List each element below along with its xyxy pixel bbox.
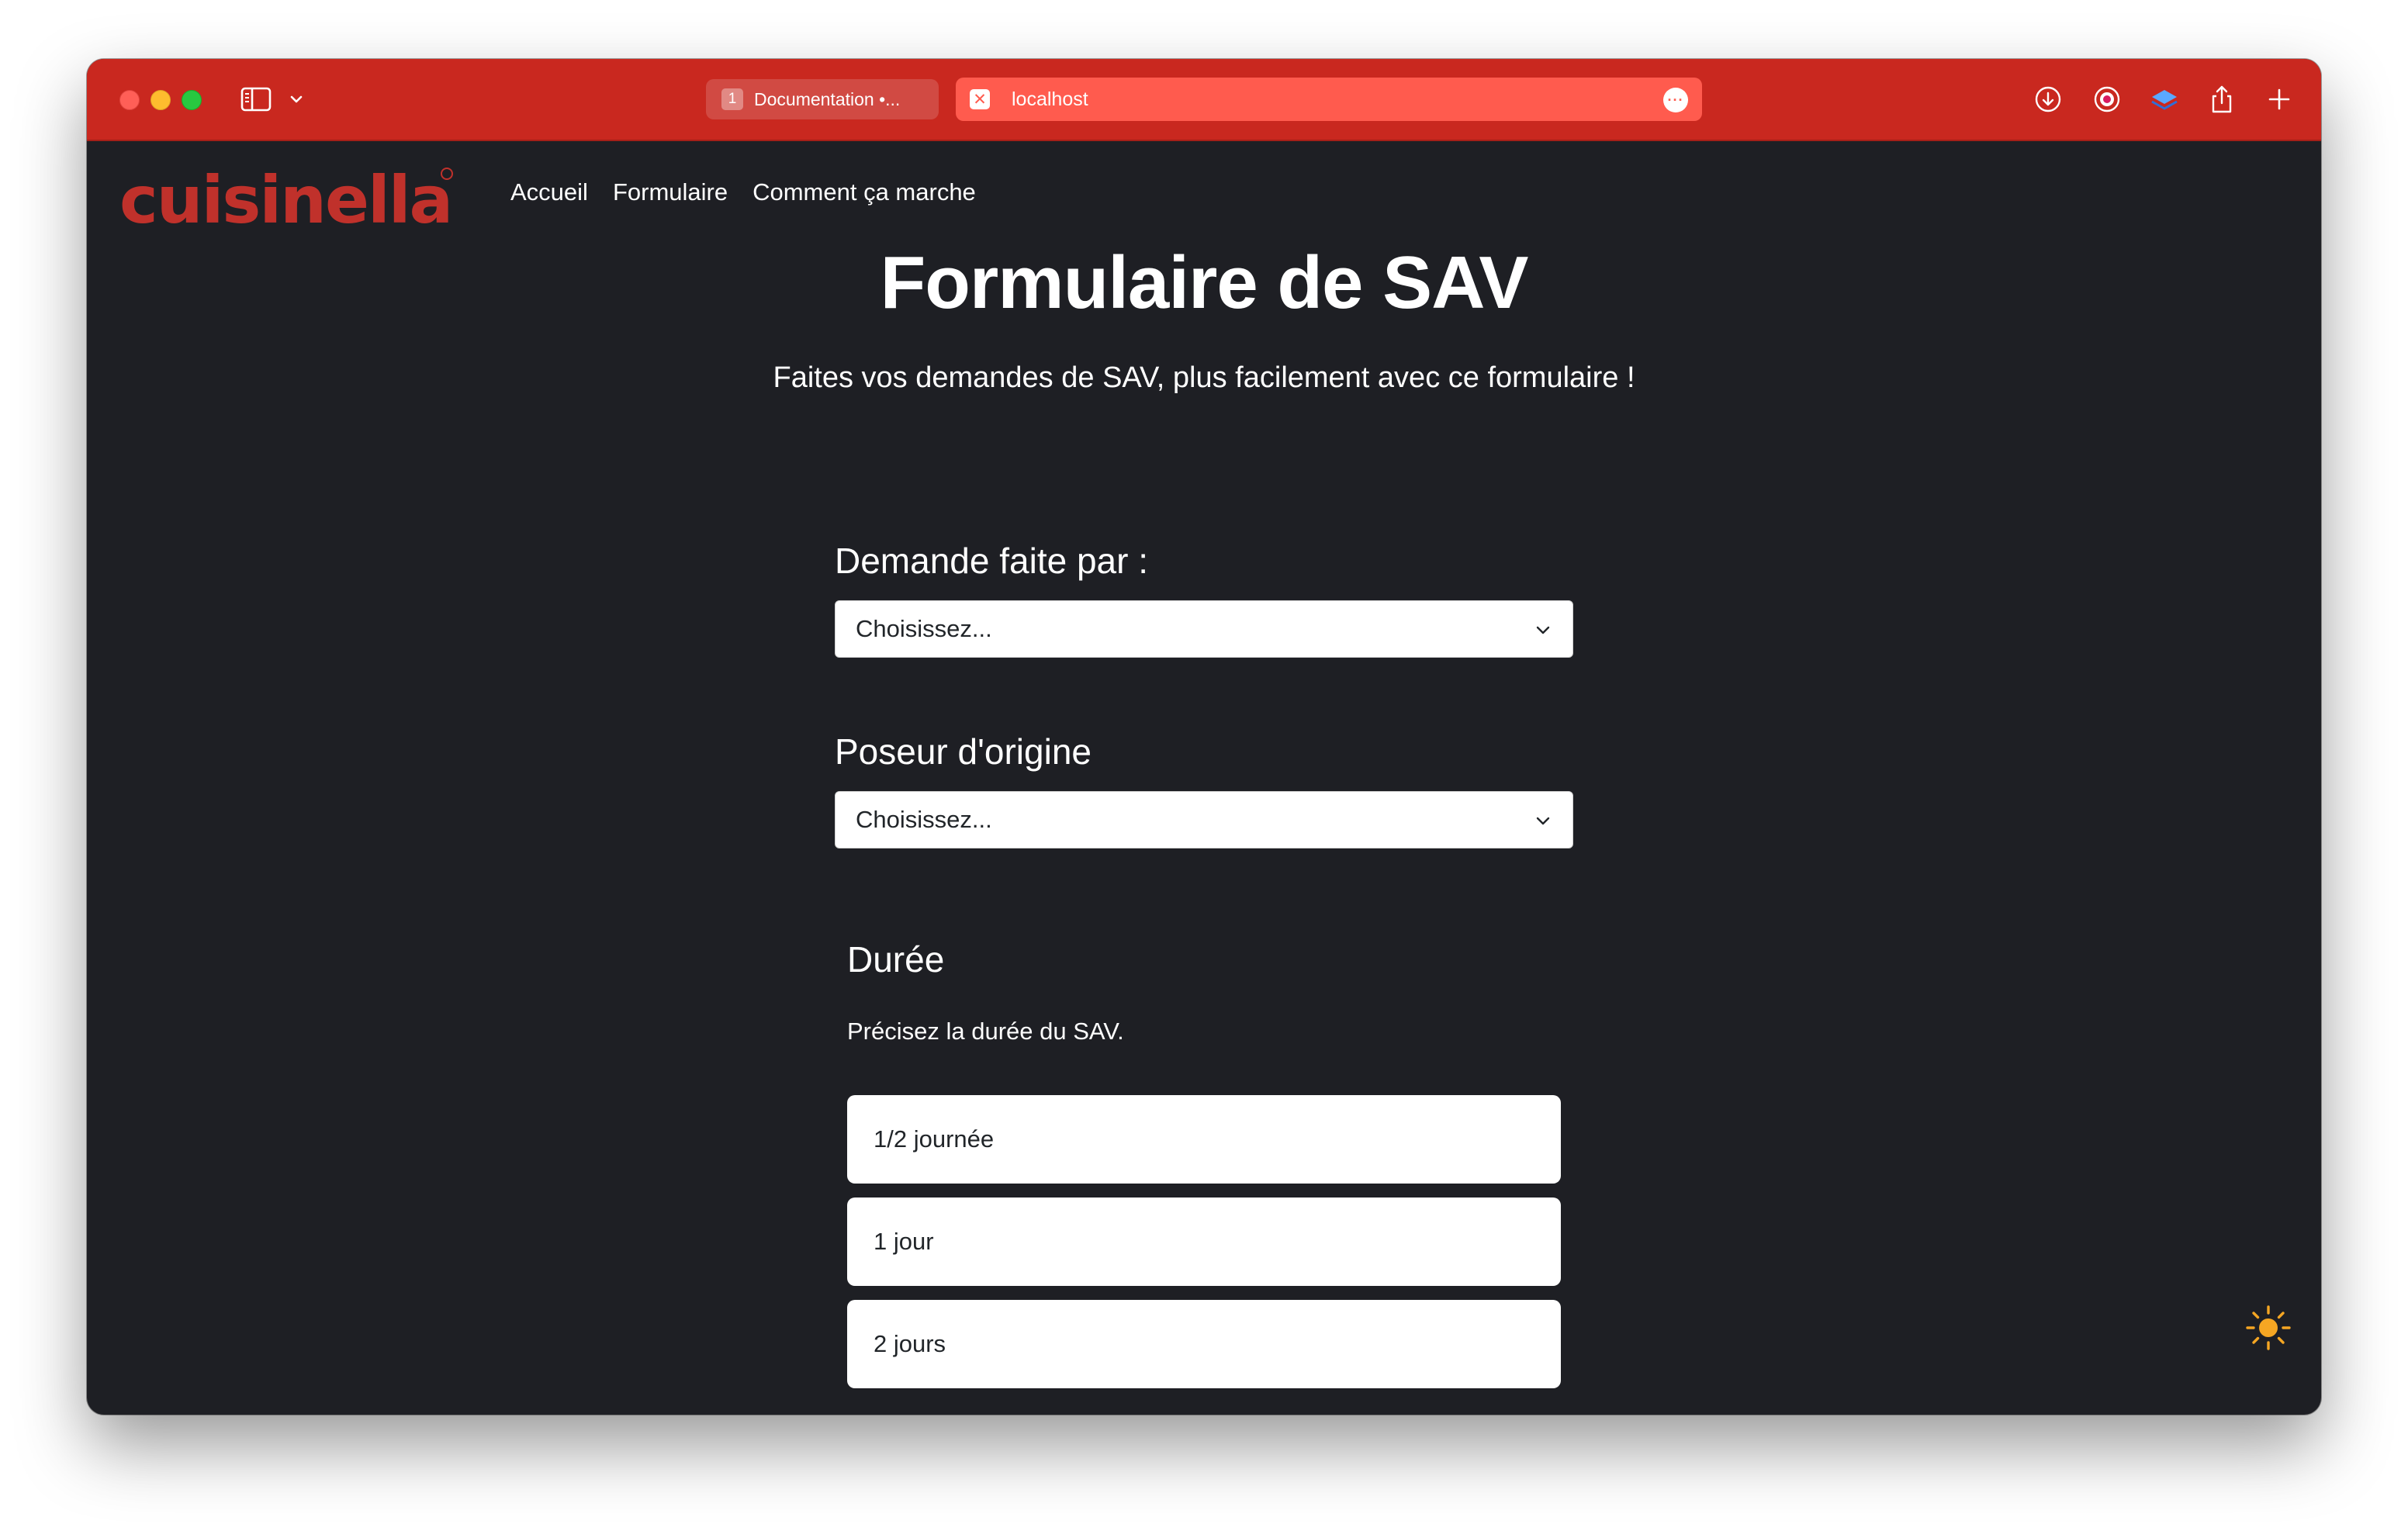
original-installer-select[interactable]: Choisissez... <box>835 791 1573 848</box>
close-window-button[interactable] <box>119 90 140 110</box>
original-installer-label: Poseur d'origine <box>835 731 1092 772</box>
duration-option-half-day[interactable]: 1/2 journée <box>847 1095 1561 1184</box>
chevron-down-icon[interactable] <box>285 88 307 110</box>
chevron-down-icon <box>1536 626 1550 634</box>
original-installer-value: Choisissez... <box>856 806 992 833</box>
favicon-icon: ✕ <box>970 89 990 109</box>
site-logo[interactable]: cuisinella <box>119 168 453 233</box>
requested-by-select[interactable]: Choisissez... <box>835 600 1573 658</box>
nav-link-formulaire[interactable]: Formulaire <box>613 178 728 206</box>
record-icon[interactable] <box>2090 82 2124 116</box>
tab-documentation[interactable]: 1 Documentation •... <box>706 79 939 119</box>
duration-description: Précisez la durée du SAV. <box>847 1018 1124 1045</box>
page-subtitle: Faites vos demandes de SAV, plus facilem… <box>773 361 1635 394</box>
sun-icon[interactable] <box>2244 1303 2293 1353</box>
tab-favicon: 1 <box>721 88 743 110</box>
duration-title: Durée <box>847 939 945 980</box>
duration-option-2-days[interactable]: 2 jours <box>847 1300 1561 1388</box>
requested-by-label: Demande faite par : <box>835 541 1149 581</box>
more-options-icon[interactable]: ··· <box>1663 88 1688 112</box>
tab-title: localhost <box>1012 88 1088 110</box>
browser-toolbar: 1 Documentation •... ✕ localhost ··· <box>87 59 2321 141</box>
duration-option-1-day[interactable]: 1 jour <box>847 1197 1561 1286</box>
page-content: cuisinella Accueil Formulaire Comment ça… <box>87 140 2321 1415</box>
chevron-down-icon <box>1536 817 1550 825</box>
requested-by-value: Choisissez... <box>856 615 992 642</box>
browser-window: 1 Documentation •... ✕ localhost ··· cui… <box>87 59 2321 1415</box>
tab-localhost[interactable]: ✕ localhost ··· <box>956 78 1702 121</box>
zoom-window-button[interactable] <box>182 90 202 110</box>
download-icon[interactable] <box>2031 82 2065 116</box>
tab-title: Documentation •... <box>754 88 901 109</box>
sidebar-toggle-icon[interactable] <box>239 85 273 113</box>
registered-mark-icon <box>441 168 453 180</box>
new-tab-icon[interactable] <box>2262 82 2296 116</box>
minimize-window-button[interactable] <box>150 90 171 110</box>
main-nav: Accueil Formulaire Comment ça marche <box>510 178 976 206</box>
page-title: Formulaire de SAV <box>880 241 1529 324</box>
share-icon[interactable] <box>2205 82 2239 116</box>
nav-link-accueil[interactable]: Accueil <box>510 178 588 206</box>
nav-link-comment-ca-marche[interactable]: Comment ça marche <box>752 178 976 206</box>
layers-icon[interactable] <box>2147 82 2181 116</box>
